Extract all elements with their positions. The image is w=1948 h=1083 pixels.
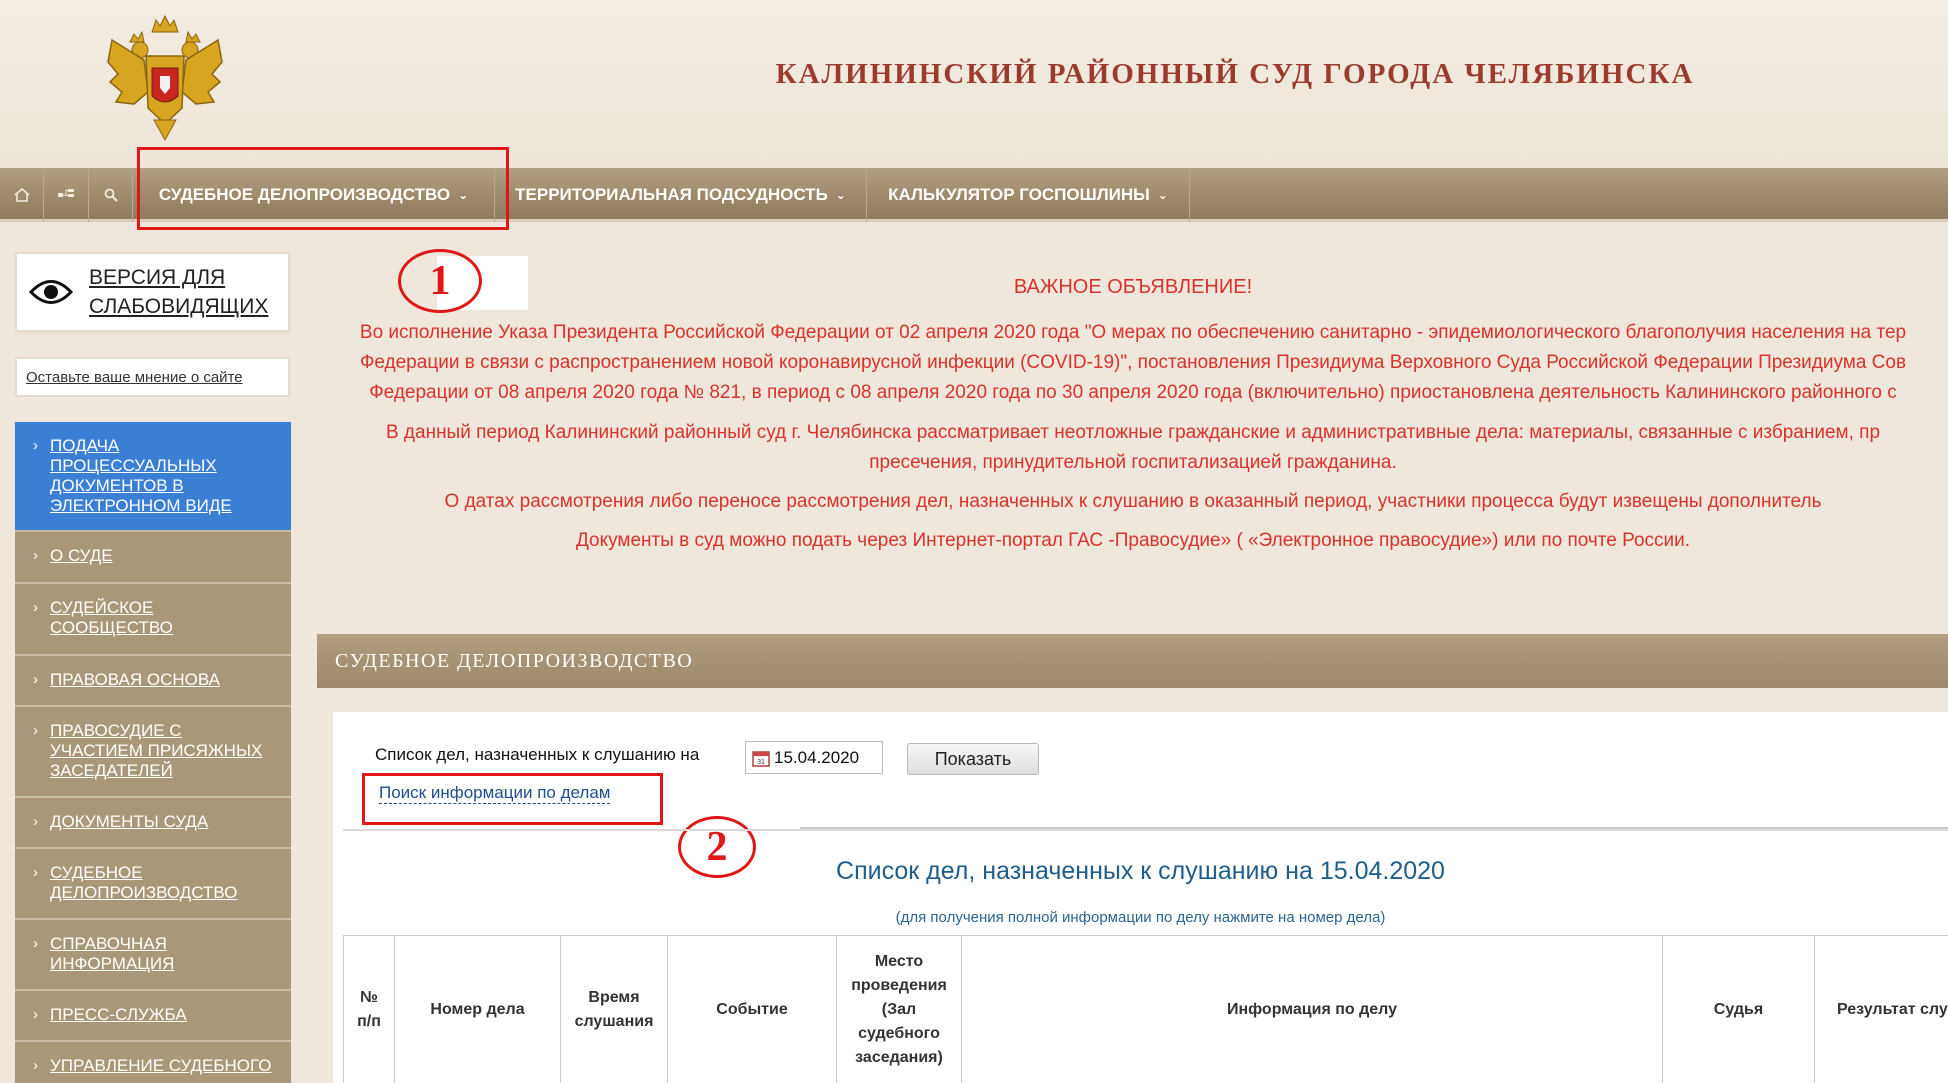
- column-header-case-info: Информация по делу: [962, 936, 1663, 1083]
- hearing-list-title: Список дел, назначенных к слушанию на 15…: [836, 857, 1445, 885]
- calendar-icon[interactable]: 31: [752, 749, 770, 767]
- sidebar-item-jury-trial[interactable]: › Правосудие с участием присяжных заседат…: [15, 707, 291, 798]
- accessibility-version-link[interactable]: ВЕРСИЯ ДЛЯ СЛАБОВИДЯЩИХ: [89, 263, 268, 321]
- notice-paragraph-3: О датах рассмотрения либо переносе рассм…: [444, 491, 1822, 512]
- sidebar-item-legal-basis[interactable]: › Правовая основа: [15, 656, 291, 707]
- sidebar-item-e-filing[interactable]: › Подача процессуальных документов в элек…: [15, 422, 291, 532]
- home-icon[interactable]: [0, 168, 44, 222]
- sidebar-item-about-court[interactable]: › О суде: [15, 532, 291, 584]
- notice-paragraph-1-line-3: Федерации от 08 апреля 2020 года № 821, …: [369, 382, 1897, 403]
- hearing-list-subtitle: (для получения полной информации по делу…: [895, 909, 1386, 926]
- sidebar-item-judicial-community[interactable]: › Судейское сообщество: [15, 584, 291, 656]
- notice-paragraph-1-line-1: Во исполнение Указа Президента Российско…: [359, 322, 1907, 343]
- hearing-table: № п/п Номер дела Время слушания Событие …: [343, 935, 1948, 1083]
- column-header-case-number: Номер дела: [395, 936, 561, 1083]
- notice-paragraph-2-line-1: В данный период Калининский районный суд…: [385, 422, 1881, 443]
- show-button[interactable]: Показать: [907, 743, 1039, 775]
- nav-item-judicial-records[interactable]: СУДЕБНОЕ ДЕЛОПРОИЗВОДСТВО ⌄: [133, 168, 495, 222]
- nav-item-territorial-jurisdiction[interactable]: ТЕРРИТОРИАЛЬНАЯ ПОДСУДНОСТЬ ⌄: [495, 168, 867, 222]
- chevron-down-icon: ⌄: [458, 188, 469, 202]
- search-icon[interactable]: [89, 168, 133, 222]
- divider: [800, 827, 1948, 829]
- notice-paragraph-4: Документы в суд можно подать через Интер…: [575, 530, 1691, 551]
- column-header-judge: Судья: [1663, 936, 1815, 1083]
- notice-paragraph-2-line-2: пресечения, принудительной госпитализаци…: [869, 452, 1397, 473]
- sidebar-item-judicial-department[interactable]: › Управление судебного: [15, 1042, 291, 1083]
- svg-text:31: 31: [757, 759, 765, 766]
- column-header-location: Место проведения (Зал судебного заседани…: [837, 936, 962, 1083]
- court-title: КАЛИНИНСКИЙ РАЙОННЫЙ СУД ГОРОДА ЧЕЛЯБИНС…: [775, 58, 1695, 90]
- notice-paragraph-1-line-2: Федерации в связи с распространением нов…: [359, 352, 1907, 373]
- sidebar-item-judicial-records[interactable]: › Судебное делопроизводство: [15, 849, 291, 920]
- column-header-hearing-time: Время слушания: [561, 936, 668, 1083]
- coat-of-arms-emblem: [107, 14, 223, 142]
- hearing-list-label: Список дел, назначенных к слушанию на: [375, 745, 700, 764]
- accessibility-version-box[interactable]: ВЕРСИЯ ДЛЯ СЛАБОВИДЯЩИХ: [15, 252, 290, 332]
- date-field[interactable]: 31 15.04.2020: [745, 741, 883, 774]
- column-header-result: Результат слу: [1815, 936, 1948, 1083]
- feedback-link[interactable]: Оставьте ваше мнение о сайте: [26, 369, 243, 386]
- sidebar-item-press-service[interactable]: › Пресс-служба: [15, 991, 291, 1042]
- sitemap-icon[interactable]: [44, 168, 89, 222]
- eye-icon: [29, 280, 73, 304]
- date-value: 15.04.2020: [774, 747, 860, 767]
- main-navigation: СУДЕБНОЕ ДЕЛОПРОИЗВОДСТВО ⌄ ТЕРРИТОРИАЛЬН…: [0, 168, 1948, 222]
- sidebar-menu: › Подача процессуальных документов в элек…: [15, 422, 291, 1083]
- site-header: КАЛИНИНСКИЙ РАЙОННЫЙ СУД ГОРОДА ЧЕЛЯБИНС…: [0, 0, 1948, 168]
- chevron-down-icon: ⌄: [835, 188, 846, 202]
- notice-title: ВАЖНОЕ ОБЪЯВЛЕНИЕ!: [1013, 276, 1253, 298]
- column-header-event: Событие: [668, 936, 837, 1083]
- chevron-down-icon: ⌄: [1157, 188, 1168, 202]
- case-search-link[interactable]: Поиск информации по делам: [379, 783, 611, 804]
- section-header: СУДЕБНОЕ ДЕЛОПРОИЗВОДСТВО: [317, 634, 1948, 688]
- divider: [343, 829, 1948, 831]
- feedback-box: Оставьте ваше мнение о сайте: [15, 357, 290, 397]
- nav-item-duty-calculator[interactable]: КАЛЬКУЛЯТОР ГОСПОШЛИНЫ ⌄: [867, 168, 1190, 222]
- sidebar-item-court-documents[interactable]: › Документы суда: [15, 798, 291, 849]
- column-header-number: № п/п: [344, 936, 395, 1083]
- sidebar-item-reference-info[interactable]: › Справочная информация: [15, 920, 291, 991]
